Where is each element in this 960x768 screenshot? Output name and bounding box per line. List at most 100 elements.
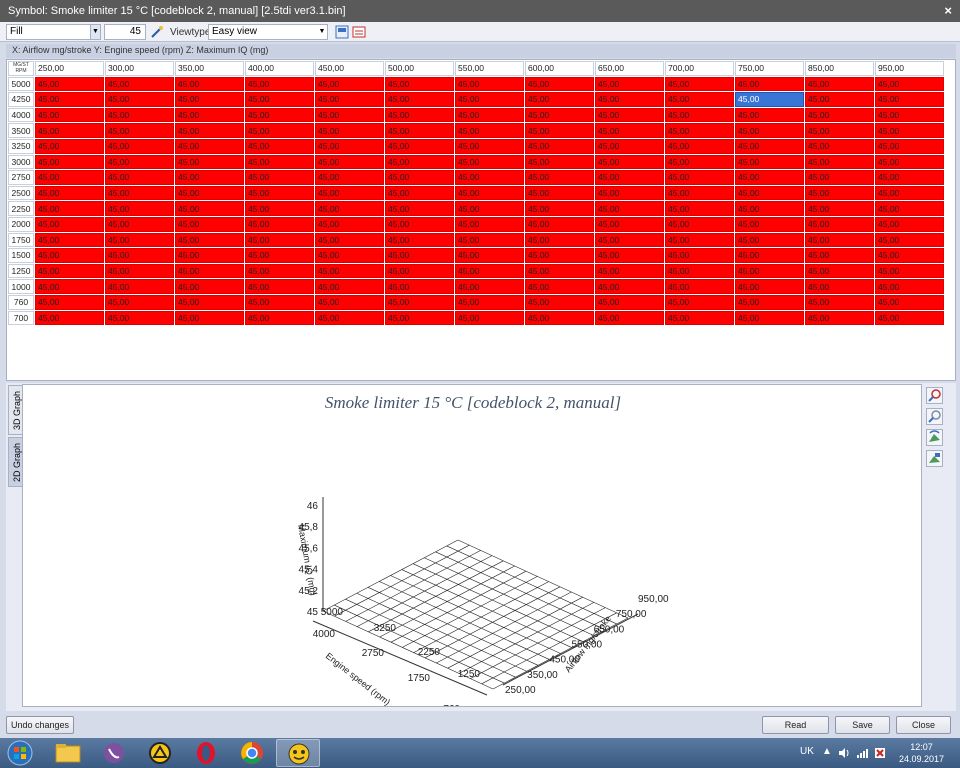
table-cell[interactable]: 45,00 [525, 138, 594, 154]
table-cell[interactable]: 45,00 [665, 123, 734, 138]
column-header[interactable]: 300,00 [105, 61, 174, 76]
export-map-icon[interactable] [352, 25, 366, 39]
table-cell[interactable]: 45,00 [735, 154, 804, 170]
table-cell[interactable]: 45,00 [875, 107, 944, 123]
table-cell[interactable]: 45,00 [805, 154, 874, 170]
row-header[interactable]: 3000 [8, 154, 34, 170]
wand-icon[interactable] [150, 25, 164, 39]
chrome-icon[interactable] [230, 739, 274, 767]
table-cell[interactable]: 45,00 [35, 76, 104, 92]
table-cell[interactable]: 45,00 [735, 170, 804, 185]
table-cell[interactable]: 45,00 [245, 154, 314, 170]
table-cell[interactable]: 45,00 [175, 201, 244, 216]
table-cell[interactable]: 45,00 [525, 107, 594, 123]
table-cell[interactable]: 45,00 [875, 216, 944, 232]
table-cell[interactable]: 45,00 [665, 248, 734, 263]
column-header[interactable]: 950,00 [875, 61, 944, 76]
row-header[interactable]: 2000 [8, 216, 34, 232]
table-cell[interactable]: 45,00 [35, 232, 104, 248]
table-cell[interactable]: 45,00 [175, 76, 244, 92]
table-cell[interactable]: 45,00 [105, 76, 174, 92]
table-cell[interactable]: 45,00 [315, 138, 384, 154]
table-cell[interactable]: 45,00 [385, 154, 454, 170]
table-cell[interactable]: 45,00 [455, 92, 524, 107]
row-header[interactable]: 1250 [8, 263, 34, 279]
table-cell[interactable]: 45,00 [525, 232, 594, 248]
table-cell[interactable]: 45,00 [455, 170, 524, 185]
table-cell[interactable]: 45,00 [875, 263, 944, 279]
reset-view-icon[interactable] [926, 450, 943, 467]
action-center-icon[interactable] [874, 747, 886, 759]
table-cell[interactable]: 45,00 [735, 310, 804, 326]
table-cell[interactable]: 45,00 [385, 310, 454, 326]
row-header[interactable]: 4250 [8, 92, 34, 107]
table-cell[interactable]: 45,00 [245, 279, 314, 294]
table-cell[interactable]: 45,00 [875, 170, 944, 185]
table-cell[interactable]: 45,00 [665, 263, 734, 279]
table-cell[interactable]: 45,00 [35, 185, 104, 201]
table-cell[interactable]: 45,00 [175, 279, 244, 294]
row-header[interactable]: 3250 [8, 138, 34, 154]
chevron-down-icon[interactable]: ▼ [90, 25, 100, 39]
table-cell[interactable]: 45,00 [175, 123, 244, 138]
start-icon[interactable] [0, 739, 40, 767]
table-cell[interactable]: 45,00 [385, 170, 454, 185]
table-cell[interactable]: 45,00 [665, 310, 734, 326]
viber-icon[interactable] [92, 739, 136, 767]
network-icon[interactable] [856, 747, 868, 759]
table-cell[interactable]: 45,00 [245, 107, 314, 123]
table-cell[interactable]: 45,00 [805, 310, 874, 326]
table-cell[interactable]: 45,00 [595, 123, 664, 138]
table-cell[interactable]: 45,00 [525, 201, 594, 216]
table-cell[interactable]: 45,00 [245, 263, 314, 279]
table-cell[interactable]: 45,00 [455, 310, 524, 326]
tray-expand-icon[interactable]: ▲ [822, 746, 832, 757]
table-cell[interactable]: 45,00 [665, 154, 734, 170]
table-cell[interactable]: 45,00 [315, 123, 384, 138]
table-cell[interactable]: 45,00 [665, 138, 734, 154]
table-cell[interactable]: 45,00 [245, 138, 314, 154]
table-cell[interactable]: 45,00 [525, 123, 594, 138]
table-cell[interactable]: 45,00 [35, 294, 104, 310]
table-cell[interactable]: 45,00 [805, 232, 874, 248]
column-header[interactable]: 450,00 [315, 61, 384, 76]
table-cell[interactable]: 45,00 [315, 248, 384, 263]
table-cell[interactable]: 45,00 [595, 92, 664, 107]
table-cell[interactable]: 45,00 [875, 123, 944, 138]
table-cell[interactable]: 45,00 [805, 138, 874, 154]
row-header[interactable]: 3500 [8, 123, 34, 138]
table-cell[interactable]: 45,00 [315, 154, 384, 170]
table-cell[interactable]: 45,00 [315, 185, 384, 201]
table-cell[interactable]: 45,00 [105, 279, 174, 294]
table-cell[interactable]: 45,00 [665, 201, 734, 216]
table-cell[interactable]: 45,00 [525, 92, 594, 107]
row-header[interactable]: 2500 [8, 185, 34, 201]
table-cell[interactable]: 45,00 [175, 185, 244, 201]
table-cell[interactable]: 45,00 [245, 232, 314, 248]
table-cell[interactable]: 45,00 [35, 248, 104, 263]
chevron-down-icon[interactable]: ▼ [317, 25, 327, 39]
table-cell[interactable]: 45,00 [735, 201, 804, 216]
table-cell[interactable]: 45,00 [35, 310, 104, 326]
table-cell[interactable]: 45,00 [525, 248, 594, 263]
table-cell[interactable]: 45,00 [315, 76, 384, 92]
table-cell[interactable]: 45,00 [385, 92, 454, 107]
table-cell[interactable]: 45,00 [595, 216, 664, 232]
zoom-in-icon[interactable] [926, 387, 943, 404]
table-cell[interactable]: 45,00 [385, 279, 454, 294]
table-cell[interactable]: 45,00 [455, 263, 524, 279]
table-cell[interactable]: 45,00 [805, 216, 874, 232]
table-cell[interactable]: 45,00 [805, 185, 874, 201]
viewtype-dropdown[interactable]: Easy view ▼ [208, 24, 328, 40]
table-cell[interactable]: 45,00 [805, 294, 874, 310]
table-cell[interactable]: 45,00 [315, 294, 384, 310]
table-cell[interactable]: 45,00 [525, 170, 594, 185]
table-cell[interactable]: 45,00 [245, 123, 314, 138]
table-cell[interactable]: 45,00 [595, 170, 664, 185]
window-close-icon[interactable]: × [944, 3, 952, 18]
table-cell[interactable]: 45,00 [385, 123, 454, 138]
save-map-icon[interactable] [335, 25, 349, 39]
column-header[interactable]: 750,00 [735, 61, 804, 76]
table-cell[interactable]: 45,00 [385, 294, 454, 310]
column-header[interactable]: 250,00 [35, 61, 104, 76]
